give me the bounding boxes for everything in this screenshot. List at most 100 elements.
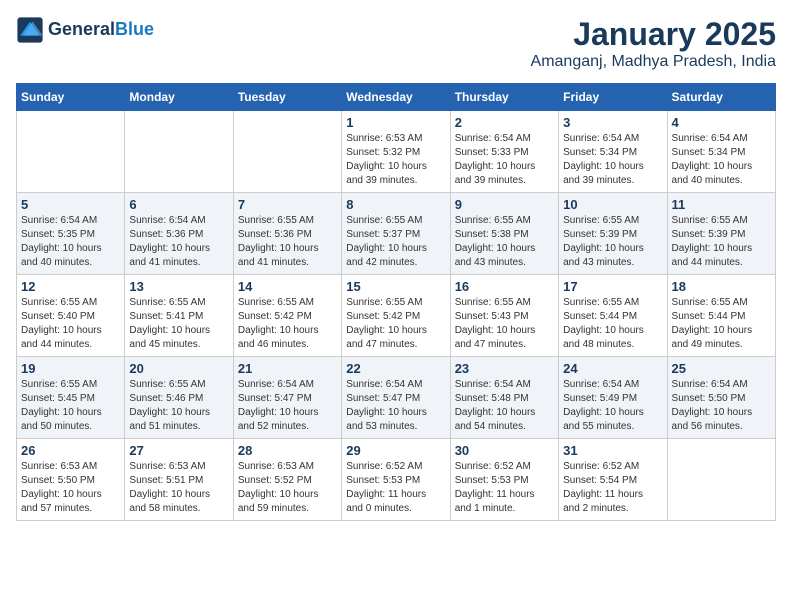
calendar-cell: 28 Sunrise: 6:53 AM Sunset: 5:52 PM Dayli… <box>233 439 341 521</box>
page-header: GeneralBlue January 2025 Amanganj, Madhy… <box>16 16 776 71</box>
calendar-cell: 19 Sunrise: 6:55 AM Sunset: 5:45 PM Dayli… <box>17 357 125 439</box>
day-info: Sunrise: 6:55 AM Sunset: 5:38 PM Dayligh… <box>455 214 554 270</box>
day-info: Sunrise: 6:55 AM Sunset: 5:41 PM Dayligh… <box>129 296 228 352</box>
logo-text: GeneralBlue <box>48 20 154 40</box>
day-info: Sunrise: 6:55 AM Sunset: 5:42 PM Dayligh… <box>238 296 337 352</box>
day-info: Sunrise: 6:54 AM Sunset: 5:50 PM Dayligh… <box>672 378 771 434</box>
day-number: 5 <box>21 197 120 212</box>
day-info: Sunrise: 6:55 AM Sunset: 5:37 PM Dayligh… <box>346 214 445 270</box>
day-number: 10 <box>563 197 662 212</box>
calendar-cell: 6Sunrise: 6:54 AM Sunset: 5:36 PM Daylig… <box>125 193 233 275</box>
day-number: 18 <box>672 279 771 294</box>
calendar-cell: 3Sunrise: 6:54 AM Sunset: 5:34 PM Daylig… <box>559 111 667 193</box>
calendar-cell <box>233 111 341 193</box>
calendar-cell: 30 Sunrise: 6:52 AM Sunset: 5:53 PM Dayli… <box>450 439 558 521</box>
calendar-cell: 11 Sunrise: 6:55 AM Sunset: 5:39 PM Dayli… <box>667 193 775 275</box>
calendar-cell: 18 Sunrise: 6:55 AM Sunset: 5:44 PM Dayli… <box>667 275 775 357</box>
calendar-cell: 10 Sunrise: 6:55 AM Sunset: 5:39 PM Dayli… <box>559 193 667 275</box>
day-info: Sunrise: 6:55 AM Sunset: 5:46 PM Dayligh… <box>129 378 228 434</box>
calendar-cell: 2Sunrise: 6:54 AM Sunset: 5:33 PM Daylig… <box>450 111 558 193</box>
calendar-week-row: 19 Sunrise: 6:55 AM Sunset: 5:45 PM Dayli… <box>17 357 776 439</box>
calendar-cell: 22 Sunrise: 6:54 AM Sunset: 5:47 PM Dayli… <box>342 357 450 439</box>
calendar-cell: 15 Sunrise: 6:55 AM Sunset: 5:42 PM Dayli… <box>342 275 450 357</box>
calendar-cell: 5 Sunrise: 6:54 AM Sunset: 5:35 PM Daylig… <box>17 193 125 275</box>
day-info: Sunrise: 6:54 AM Sunset: 5:35 PM Dayligh… <box>21 214 120 270</box>
day-info: Sunrise: 6:54 AM Sunset: 5:49 PM Dayligh… <box>563 378 662 434</box>
day-info: Sunrise: 6:55 AM Sunset: 5:43 PM Dayligh… <box>455 296 554 352</box>
calendar-cell: 29 Sunrise: 6:52 AM Sunset: 5:53 PM Dayli… <box>342 439 450 521</box>
weekday-label: Thursday <box>450 84 558 111</box>
day-info: Sunrise: 6:55 AM Sunset: 5:44 PM Dayligh… <box>672 296 771 352</box>
day-number: 20 <box>129 361 228 376</box>
calendar-cell: 4 Sunrise: 6:54 AM Sunset: 5:34 PM Daylig… <box>667 111 775 193</box>
day-info: Sunrise: 6:55 AM Sunset: 5:45 PM Dayligh… <box>21 378 120 434</box>
day-info: Sunrise: 6:55 AM Sunset: 5:39 PM Dayligh… <box>672 214 771 270</box>
day-number: 21 <box>238 361 337 376</box>
day-number: 1 <box>346 115 445 130</box>
day-number: 25 <box>672 361 771 376</box>
day-info: Sunrise: 6:54 AM Sunset: 5:48 PM Dayligh… <box>455 378 554 434</box>
calendar-week-row: 26Sunrise: 6:53 AM Sunset: 5:50 PM Dayli… <box>17 439 776 521</box>
day-info: Sunrise: 6:52 AM Sunset: 5:54 PM Dayligh… <box>563 460 662 516</box>
day-number: 13 <box>129 279 228 294</box>
day-number: 8 <box>346 197 445 212</box>
day-number: 12 <box>21 279 120 294</box>
logo-icon <box>16 16 44 44</box>
weekday-label: Friday <box>559 84 667 111</box>
day-number: 24 <box>563 361 662 376</box>
day-number: 17 <box>563 279 662 294</box>
weekday-label: Tuesday <box>233 84 341 111</box>
calendar-cell: 25 Sunrise: 6:54 AM Sunset: 5:50 PM Dayli… <box>667 357 775 439</box>
day-info: Sunrise: 6:53 AM Sunset: 5:52 PM Dayligh… <box>238 460 337 516</box>
calendar-header: SundayMondayTuesdayWednesdayThursdayFrid… <box>17 84 776 111</box>
day-info: Sunrise: 6:54 AM Sunset: 5:34 PM Dayligh… <box>672 132 771 188</box>
calendar-cell: 13 Sunrise: 6:55 AM Sunset: 5:41 PM Dayli… <box>125 275 233 357</box>
day-info: Sunrise: 6:54 AM Sunset: 5:47 PM Dayligh… <box>346 378 445 434</box>
day-number: 31 <box>563 443 662 458</box>
day-info: Sunrise: 6:54 AM Sunset: 5:47 PM Dayligh… <box>238 378 337 434</box>
day-number: 29 <box>346 443 445 458</box>
month-title: January 2025 <box>531 16 776 53</box>
calendar-cell: 7Sunrise: 6:55 AM Sunset: 5:36 PM Daylig… <box>233 193 341 275</box>
day-number: 15 <box>346 279 445 294</box>
calendar-week-row: 12Sunrise: 6:55 AM Sunset: 5:40 PM Dayli… <box>17 275 776 357</box>
day-number: 4 <box>672 115 771 130</box>
day-info: Sunrise: 6:54 AM Sunset: 5:36 PM Dayligh… <box>129 214 228 270</box>
calendar-week-row: 1 Sunrise: 6:53 AM Sunset: 5:32 PM Daylig… <box>17 111 776 193</box>
day-number: 30 <box>455 443 554 458</box>
calendar-table: SundayMondayTuesdayWednesdayThursdayFrid… <box>16 83 776 521</box>
day-info: Sunrise: 6:53 AM Sunset: 5:32 PM Dayligh… <box>346 132 445 188</box>
calendar-cell: 8 Sunrise: 6:55 AM Sunset: 5:37 PM Daylig… <box>342 193 450 275</box>
day-info: Sunrise: 6:52 AM Sunset: 5:53 PM Dayligh… <box>455 460 554 516</box>
calendar-cell: 24 Sunrise: 6:54 AM Sunset: 5:49 PM Dayli… <box>559 357 667 439</box>
day-number: 23 <box>455 361 554 376</box>
calendar-cell: 20 Sunrise: 6:55 AM Sunset: 5:46 PM Dayli… <box>125 357 233 439</box>
weekday-label: Wednesday <box>342 84 450 111</box>
day-number: 22 <box>346 361 445 376</box>
calendar-cell: 9Sunrise: 6:55 AM Sunset: 5:38 PM Daylig… <box>450 193 558 275</box>
calendar-cell: 16 Sunrise: 6:55 AM Sunset: 5:43 PM Dayli… <box>450 275 558 357</box>
day-info: Sunrise: 6:55 AM Sunset: 5:39 PM Dayligh… <box>563 214 662 270</box>
calendar-cell: 26Sunrise: 6:53 AM Sunset: 5:50 PM Dayli… <box>17 439 125 521</box>
calendar-cell <box>125 111 233 193</box>
day-number: 14 <box>238 279 337 294</box>
weekday-label: Monday <box>125 84 233 111</box>
weekday-header-row: SundayMondayTuesdayWednesdayThursdayFrid… <box>17 84 776 111</box>
day-number: 16 <box>455 279 554 294</box>
day-info: Sunrise: 6:55 AM Sunset: 5:42 PM Dayligh… <box>346 296 445 352</box>
calendar-cell: 23 Sunrise: 6:54 AM Sunset: 5:48 PM Dayli… <box>450 357 558 439</box>
day-info: Sunrise: 6:55 AM Sunset: 5:44 PM Dayligh… <box>563 296 662 352</box>
day-number: 19 <box>21 361 120 376</box>
calendar-cell: 1 Sunrise: 6:53 AM Sunset: 5:32 PM Daylig… <box>342 111 450 193</box>
day-number: 11 <box>672 197 771 212</box>
day-info: Sunrise: 6:55 AM Sunset: 5:36 PM Dayligh… <box>238 214 337 270</box>
day-number: 3 <box>563 115 662 130</box>
day-number: 26 <box>21 443 120 458</box>
weekday-label: Sunday <box>17 84 125 111</box>
day-info: Sunrise: 6:53 AM Sunset: 5:51 PM Dayligh… <box>129 460 228 516</box>
calendar-cell: 14 Sunrise: 6:55 AM Sunset: 5:42 PM Dayli… <box>233 275 341 357</box>
day-number: 28 <box>238 443 337 458</box>
day-info: Sunrise: 6:52 AM Sunset: 5:53 PM Dayligh… <box>346 460 445 516</box>
calendar-cell: 17 Sunrise: 6:55 AM Sunset: 5:44 PM Dayli… <box>559 275 667 357</box>
calendar-cell <box>667 439 775 521</box>
